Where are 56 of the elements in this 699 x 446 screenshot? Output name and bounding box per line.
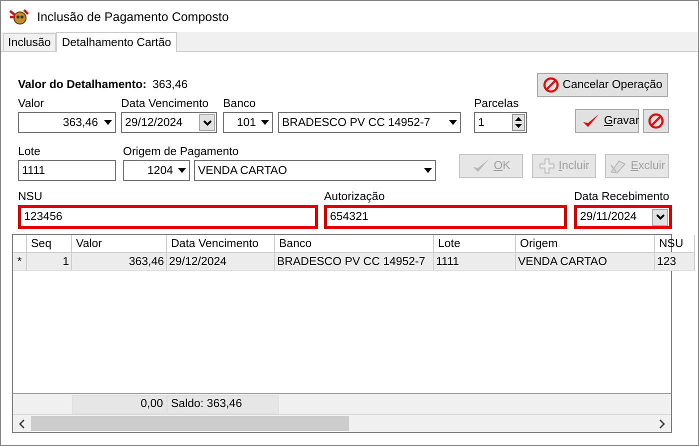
dropdown-arrow-icon[interactable] (261, 120, 269, 125)
balance-cell: Saldo: 363,46 (167, 394, 279, 414)
table-cell: VENDA CARTAO (516, 253, 655, 271)
checkmark-icon (582, 113, 600, 129)
table-cell: 363,46 (72, 253, 167, 271)
dropdown-button[interactable] (652, 208, 668, 226)
tab[interactable]: Detalhamento Cartão (56, 32, 178, 52)
field-label: NSU (18, 190, 42, 205)
cancel-button[interactable] (643, 109, 669, 133)
field-label: Lote (18, 145, 40, 160)
field-label: Data Recebimento (574, 190, 670, 205)
save-button[interactable]: Gravar (575, 109, 639, 133)
origin-code-combo[interactable]: 1204 (123, 160, 190, 181)
checkmark-icon (472, 158, 490, 174)
dropdown-button[interactable] (199, 114, 215, 131)
horizontal-scrollbar[interactable] (13, 414, 671, 432)
window-title: Inclusão de Pagamento Composto (37, 10, 229, 24)
date-picker[interactable]: 29/11/2024 (574, 205, 672, 229)
prohibited-icon (648, 113, 664, 129)
dropdown-arrow-icon[interactable] (178, 168, 186, 173)
date-picker[interactable]: 29/12/2024 (121, 112, 217, 133)
installments-spinner[interactable]: 1 (474, 112, 527, 133)
app-icon (9, 8, 29, 26)
authorization-field[interactable]: 654321 (324, 205, 567, 229)
chevron-down-icon (202, 120, 212, 126)
field-label: Data Vencimento (121, 97, 209, 112)
cancel-operation-button[interactable]: Cancelar Operação (537, 73, 668, 97)
bank-name-combo[interactable]: BRADESCO PV CC 14952-7 (278, 112, 461, 133)
spinner-arrows-icon[interactable] (512, 114, 525, 131)
table-cell: 1111 (434, 253, 516, 271)
field-label: Banco (223, 97, 256, 112)
field-label: Origem de Pagamento (123, 145, 239, 160)
field-label: Parcelas (474, 97, 519, 112)
dropdown-arrow-icon[interactable] (424, 168, 432, 173)
nsu-field[interactable]: 123456 (18, 205, 318, 229)
field-label: Valor (18, 97, 44, 112)
table-cell: 123 (655, 253, 695, 271)
dropdown-arrow-icon[interactable] (449, 120, 457, 125)
field-label: Autorização (324, 190, 385, 205)
table-cell: BRADESCO PV CC 14952-7 (275, 253, 434, 271)
row-indicator: * (13, 253, 27, 271)
dropdown-arrow-icon[interactable] (104, 120, 112, 125)
plus-icon (538, 158, 555, 174)
total-cell: 0,00 (72, 394, 167, 414)
chevron-down-icon (656, 214, 664, 220)
tab[interactable]: Inclusão (3, 33, 56, 51)
table-cell: 1 (27, 253, 72, 271)
summary-label: Valor do Detalhamento: (18, 79, 146, 91)
table-cell: 29/12/2024 (167, 253, 275, 271)
eraser-icon (608, 158, 627, 174)
origin-name-combo[interactable]: VENDA CARTAO (194, 160, 436, 181)
prohibited-icon (542, 77, 559, 93)
summary-value: 363,46 (152, 79, 188, 91)
value-combo[interactable]: 363,46 (18, 112, 116, 133)
bank-code-combo[interactable]: 101 (223, 112, 273, 133)
batch-field[interactable]: 1111 (18, 160, 116, 181)
